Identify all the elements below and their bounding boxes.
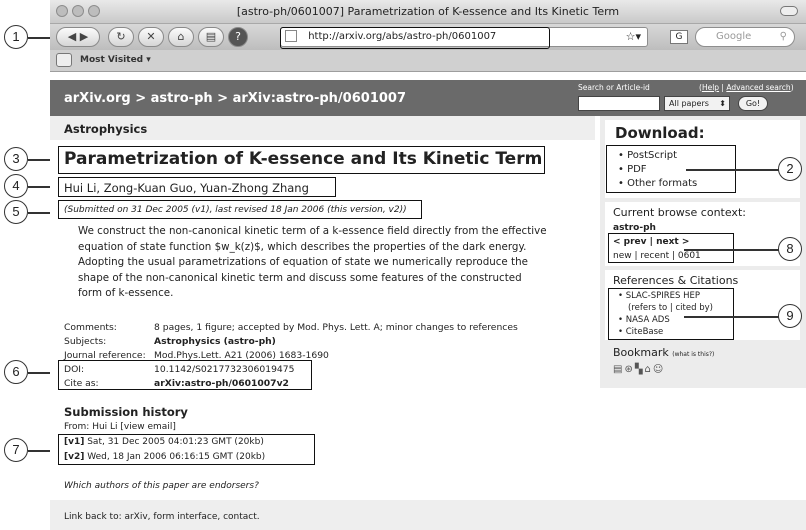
home-button[interactable]: ⌂ bbox=[168, 27, 194, 47]
footer: Link back to: arXiv, form interface, con… bbox=[50, 500, 806, 530]
browse-highlight bbox=[608, 233, 734, 263]
callout-5: 5 bbox=[4, 200, 28, 224]
browse-context: astro-ph bbox=[613, 223, 656, 233]
callout-7: 7 bbox=[4, 438, 28, 462]
bookmarks-bar: Most Visited ▾ bbox=[50, 50, 806, 72]
refs-heading: References & Citations bbox=[613, 274, 739, 287]
star-icon[interactable]: ☆▾ bbox=[626, 28, 641, 46]
doi-cite-highlight bbox=[58, 360, 312, 390]
article-search-input[interactable] bbox=[578, 96, 660, 111]
arxiv-header: arXiv.org > astro-ph > arXiv:astro-ph/06… bbox=[50, 80, 806, 116]
callout-4: 4 bbox=[4, 174, 28, 198]
callout-9: 9 bbox=[778, 304, 802, 328]
history-highlight bbox=[58, 434, 315, 465]
stop-button[interactable]: ✕ bbox=[138, 27, 164, 47]
help-link[interactable]: Help bbox=[702, 83, 719, 92]
reddit-icon[interactable]: ☺ bbox=[653, 364, 665, 375]
advanced-search-link[interactable]: Advanced search bbox=[726, 83, 790, 92]
meta-label: Subjects: bbox=[64, 336, 107, 347]
breadcrumb[interactable]: arXiv.org > astro-ph > arXiv:astro-ph/06… bbox=[64, 91, 406, 106]
most-visited-menu[interactable]: Most Visited ▾ bbox=[80, 55, 151, 65]
subject-heading: Astrophysics bbox=[50, 116, 595, 140]
scope-arrow-icon: ⬍ bbox=[719, 99, 726, 108]
bookmarks-icon[interactable] bbox=[56, 53, 72, 67]
callout-1: 1 bbox=[4, 25, 28, 49]
search-label: Search or Article-id bbox=[578, 83, 650, 92]
callout-8: 8 bbox=[778, 237, 802, 261]
search-engine-icon[interactable]: G bbox=[670, 30, 688, 44]
callout-9-leader bbox=[684, 316, 784, 318]
print-button[interactable]: ▤ bbox=[198, 27, 224, 47]
refs-highlight bbox=[608, 288, 734, 340]
history-from[interactable]: From: Hui Li [view email] bbox=[64, 422, 176, 432]
scope-select[interactable]: All papers ⬍ bbox=[664, 96, 730, 111]
browser-window: [astro-ph/0601007] Parametrization of K-… bbox=[50, 0, 806, 530]
scope-value: All papers bbox=[669, 99, 709, 108]
digg-icon[interactable]: ⌂ bbox=[645, 364, 653, 375]
go-button[interactable]: Go! bbox=[738, 96, 768, 111]
callout-2-leader bbox=[686, 169, 784, 171]
back-button[interactable]: ◀ ▶ bbox=[56, 27, 100, 47]
meta-value: 8 pages, 1 figure; accepted by Mod. Phys… bbox=[154, 322, 518, 333]
bibsonomy-icon[interactable]: ▤ bbox=[613, 364, 624, 375]
bookmark-label: Bookmark bbox=[613, 346, 669, 359]
search-icon[interactable]: ⚲ bbox=[780, 28, 787, 46]
window-title: [astro-ph/0601007] Parametrization of K-… bbox=[236, 5, 620, 18]
callout-2: 2 bbox=[778, 157, 802, 181]
abstract: We construct the non-canonical kinetic t… bbox=[78, 225, 547, 300]
connotea-icon[interactable]: ⊛ bbox=[624, 364, 634, 375]
reload-button[interactable]: ↻ bbox=[108, 27, 134, 47]
callout-8-leader bbox=[684, 249, 784, 251]
callout-3: 3 bbox=[4, 147, 28, 171]
url-highlight bbox=[280, 27, 550, 49]
search-input[interactable]: Google ⚲ bbox=[695, 27, 795, 47]
help-links: (Help | Advanced search) bbox=[699, 83, 794, 92]
search-placeholder: Google bbox=[716, 31, 752, 42]
bookmark-whatis[interactable]: (what is this?) bbox=[672, 351, 714, 358]
callout-6: 6 bbox=[4, 360, 28, 384]
history-heading: Submission history bbox=[64, 405, 188, 419]
title-highlight bbox=[58, 146, 545, 174]
dates-highlight bbox=[58, 200, 422, 219]
title-bar: [astro-ph/0601007] Parametrization of K-… bbox=[50, 0, 806, 24]
endorsers-link[interactable]: Which authors of this paper are endorser… bbox=[64, 481, 259, 491]
bookmark-icons: ▤⊛▚⌂☺ bbox=[613, 364, 665, 375]
toolbar-toggle-icon[interactable] bbox=[780, 6, 798, 16]
browse-heading: Current browse context: bbox=[613, 206, 746, 219]
meta-label: Comments: bbox=[64, 322, 117, 333]
delicious-icon[interactable]: ▚ bbox=[635, 364, 645, 375]
history-button[interactable]: ? bbox=[228, 27, 248, 47]
authors-highlight bbox=[58, 177, 336, 197]
meta-value: Astrophysics (astro-ph) bbox=[154, 336, 276, 347]
download-heading: Download: bbox=[615, 124, 705, 142]
bookmark-heading: Bookmark (what is this?) bbox=[613, 346, 714, 359]
